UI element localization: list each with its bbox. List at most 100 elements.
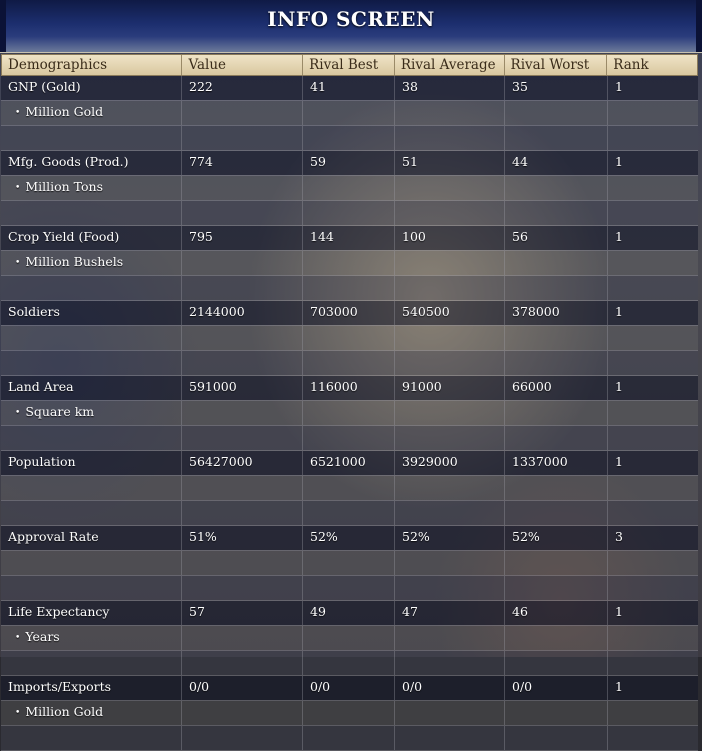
demographic-label: Approval Rate [1,526,182,550]
empty-cell [505,351,608,375]
table-row-spacer [1,126,698,151]
empty-cell [505,326,608,350]
empty-cell [608,701,698,725]
unit-label-cell [1,476,182,500]
value-cell: 56427000 [182,451,303,475]
empty-cell [303,176,395,200]
rank-cell: 1 [608,676,698,700]
demographics-table: Demographics Value Rival Best Rival Aver… [1,54,698,751]
empty-cell [395,576,505,600]
rival-average-cell: 51 [395,151,505,175]
empty-cell [395,176,505,200]
demographic-label: Crop Yield (Food) [1,226,182,250]
column-header-rival-average[interactable]: Rival Average [395,55,505,75]
value-cell: 2144000 [182,301,303,325]
table-row-unit: • Million Gold [1,701,698,726]
table-row-spacer [1,576,698,601]
table-row-spacer [1,201,698,226]
rival-best-cell: 49 [303,601,395,625]
table-row: Mfg. Goods (Prod.) 774 59 51 44 1 [1,151,698,176]
value-cell: 795 [182,226,303,250]
rival-worst-cell: 378000 [505,301,608,325]
rival-best-cell: 41 [303,76,395,100]
column-header-rank[interactable]: Rank [607,55,697,75]
empty-cell [395,351,505,375]
empty-cell [505,426,608,450]
rival-best-cell: 52% [303,526,395,550]
empty-cell [505,401,608,425]
empty-cell [608,126,698,150]
column-header-demographics[interactable]: Demographics [2,55,183,75]
rank-cell: 1 [608,226,698,250]
unit-label-cell: • Million Gold [1,101,182,125]
empty-cell [303,251,395,275]
table-row: Crop Yield (Food) 795 144 100 56 1 [1,226,698,251]
value-cell: 774 [182,151,303,175]
unit-label-cell: • Million Bushels [1,251,182,275]
empty-cell [395,651,505,675]
column-header-rival-best[interactable]: Rival Best [303,55,395,75]
empty-cell [395,276,505,300]
rival-worst-cell: 66000 [505,376,608,400]
empty-cell [395,626,505,650]
rank-cell: 1 [608,376,698,400]
table-row-spacer [1,501,698,526]
empty-cell [395,426,505,450]
rival-worst-cell: 0/0 [505,676,608,700]
empty-cell [303,401,395,425]
empty-cell [1,201,182,225]
empty-cell [303,426,395,450]
table-row-unit [1,326,698,351]
unit-label: Years [25,629,60,644]
title-bar: INFO SCREEN [0,0,702,53]
empty-cell [395,201,505,225]
column-header-value[interactable]: Value [182,55,304,75]
bullet-icon: • [15,633,21,643]
rival-average-cell: 91000 [395,376,505,400]
unit-label-cell: • Square km [1,401,182,425]
table-row: GNP (Gold) 222 41 38 35 1 [1,76,698,101]
empty-cell [505,551,608,575]
empty-cell [182,276,303,300]
empty-cell [608,501,698,525]
empty-cell [303,651,395,675]
table-row: Imports/Exports 0/0 0/0 0/0 0/0 1 [1,676,698,701]
empty-cell [303,101,395,125]
empty-cell [303,326,395,350]
empty-cell [505,576,608,600]
rival-worst-cell: 52% [505,526,608,550]
empty-cell [505,626,608,650]
unit-label-cell [1,326,182,350]
empty-cell [505,501,608,525]
empty-cell [608,626,698,650]
empty-cell [182,401,303,425]
empty-cell [1,726,182,750]
empty-cell [608,326,698,350]
empty-cell [608,426,698,450]
empty-cell [182,426,303,450]
bullet-icon: • [15,408,21,418]
unit-label: Million Bushels [25,254,124,269]
table-row: Soldiers 2144000 703000 540500 378000 1 [1,301,698,326]
demographic-label: Mfg. Goods (Prod.) [1,151,182,175]
unit-label: Million Tons [25,179,104,194]
rival-average-cell: 3929000 [395,451,505,475]
unit-label: Million Gold [25,704,104,719]
rival-worst-cell: 44 [505,151,608,175]
empty-cell [608,551,698,575]
table-row-spacer [1,426,698,451]
empty-cell [182,176,303,200]
rival-worst-cell: 56 [505,226,608,250]
empty-cell [182,501,303,525]
value-cell: 0/0 [182,676,303,700]
rival-best-cell: 6521000 [303,451,395,475]
column-header-rival-worst[interactable]: Rival Worst [505,55,608,75]
table-row-unit: • Million Gold [1,101,698,126]
empty-cell [505,701,608,725]
table-row-unit: • Years [1,626,698,651]
table-row-spacer [1,651,698,676]
empty-cell [303,126,395,150]
rival-average-cell: 100 [395,226,505,250]
rival-average-cell: 52% [395,526,505,550]
empty-cell [608,476,698,500]
